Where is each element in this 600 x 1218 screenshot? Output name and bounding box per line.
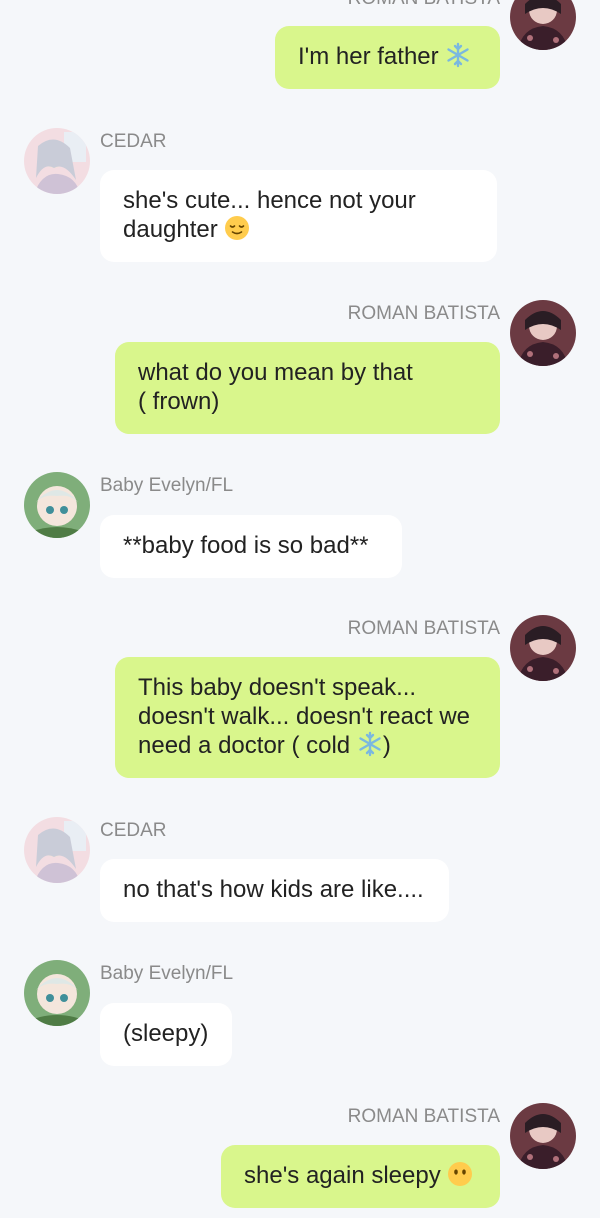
sender-name-roman-partial: ROMAN BATISTA xyxy=(348,0,500,10)
message-text-line: doesn't walk... doesn't react we xyxy=(138,703,471,730)
avatar-roman-batista[interactable] xyxy=(510,0,576,50)
chat-transcript: ROMAN BATISTA I'm her father xyxy=(0,0,600,1218)
avatar-roman-image xyxy=(510,615,576,681)
message-text-tail: ) xyxy=(382,732,391,759)
avatar-baby-evelyn[interactable] xyxy=(24,472,90,538)
message-text-line: This baby doesn't speak... xyxy=(138,674,417,701)
message-bubble-roman[interactable]: she's again sleepy xyxy=(221,1145,500,1208)
message-bubble-baby-evelyn[interactable]: **baby food is so bad** xyxy=(100,515,402,578)
message-text: (sleepy) xyxy=(123,1020,209,1047)
sender-name: CEDAR xyxy=(100,131,167,152)
sender-name: ROMAN BATISTA xyxy=(347,303,500,324)
avatar-baby-evelyn-image xyxy=(24,960,90,1026)
message-text: she's again sleepy xyxy=(244,1162,441,1189)
message-text-line: daughter xyxy=(123,216,218,243)
message-text-line: she's cute... hence not your xyxy=(123,187,416,214)
sender-name: ROMAN BATISTA xyxy=(347,1106,500,1127)
sender-name: CEDAR xyxy=(100,820,167,841)
message-text-line: ( frown) xyxy=(138,388,220,415)
avatar-cedar[interactable] xyxy=(24,128,90,194)
avatar-roman-image xyxy=(510,300,576,366)
snowflake-icon xyxy=(445,42,471,75)
message-text-line: need a doctor ( cold xyxy=(138,732,351,759)
relieved-face-icon xyxy=(224,215,250,248)
message-bubble-roman[interactable]: what do you mean by that ( frown) xyxy=(115,342,500,434)
sender-name: ROMAN BATISTA xyxy=(347,618,500,639)
message-bubble-baby-evelyn[interactable]: (sleepy) xyxy=(100,1003,232,1066)
avatar-cedar-image xyxy=(24,128,90,194)
avatar-cedar[interactable] xyxy=(24,817,90,883)
message-text: **baby food is so bad** xyxy=(123,532,369,559)
avatar-cedar-image xyxy=(24,817,90,883)
avatar-roman-image xyxy=(510,1103,576,1169)
avatar-baby-evelyn-image xyxy=(24,472,90,538)
sender-name: Baby Evelyn/FL xyxy=(100,475,234,496)
face-without-mouth-icon xyxy=(447,1161,473,1194)
avatar-baby-evelyn[interactable] xyxy=(24,960,90,1026)
message-text: I'm her father xyxy=(298,43,439,70)
avatar-roman-image xyxy=(510,0,576,50)
avatar-roman-batista[interactable] xyxy=(510,300,576,366)
message-bubble-cedar[interactable]: no that's how kids are like.... xyxy=(100,859,449,922)
message-text: no that's how kids are like.... xyxy=(123,876,424,903)
avatar-roman-batista[interactable] xyxy=(510,615,576,681)
avatar-roman-batista[interactable] xyxy=(510,1103,576,1169)
message-bubble-roman[interactable]: I'm her father xyxy=(275,26,500,89)
snowflake-icon xyxy=(357,731,383,764)
message-text-line: what do you mean by that xyxy=(138,359,413,386)
message-bubble-cedar[interactable]: she's cute... hence not your daughter xyxy=(100,170,497,262)
message-bubble-roman[interactable]: This baby doesn't speak... doesn't walk.… xyxy=(115,657,500,778)
sender-name: Baby Evelyn/FL xyxy=(100,963,234,984)
